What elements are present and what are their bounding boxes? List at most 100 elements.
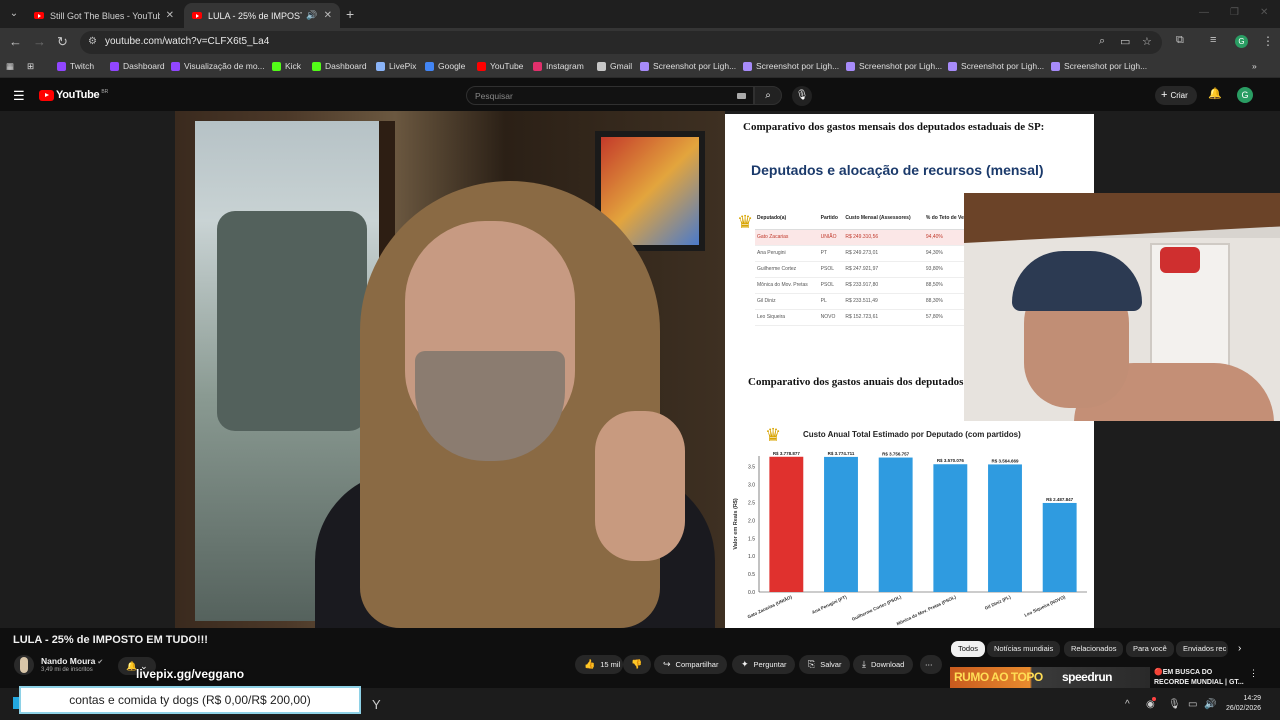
share-label: Compartilhar [675, 660, 719, 669]
browser-menu-icon[interactable]: ⋮ [1262, 34, 1274, 48]
bookmark-item[interactable]: Twitch [57, 61, 94, 71]
tab-still-got-the-blues[interactable]: Still Got The Blues - YouTube ✕ [26, 3, 182, 28]
more-actions-button[interactable]: ⋯ [920, 655, 942, 674]
back-arrow-icon[interactable]: ← [9, 34, 22, 49]
save-button[interactable]: ⎘ Salvar [799, 655, 851, 674]
bookmark-item[interactable]: Visualização de mo... [171, 61, 265, 71]
guide-menu-icon[interactable]: ☰ [13, 88, 25, 104]
volume-icon[interactable]: 🔊 [1204, 699, 1216, 710]
maximize-window-icon[interactable]: ❐ [1230, 7, 1239, 18]
bookmark-item[interactable]: Screenshot por Ligh... [846, 61, 942, 71]
zoom-icon[interactable]: ⌕ [1099, 35, 1105, 48]
tab-search-icon[interactable]: ⌄ [6, 6, 22, 22]
bookmark-item[interactable]: Screenshot por Ligh... [948, 61, 1044, 71]
new-tab-button[interactable]: + [346, 6, 354, 22]
sparkle-icon: ✦ [741, 659, 749, 669]
table-cell: Mônica do Mov. Pretas [755, 277, 819, 294]
more-bookmarks-icon[interactable]: » [1252, 61, 1257, 71]
audio-playing-icon[interactable]: 🔊 [306, 10, 317, 21]
network-icon[interactable]: ▭ [1188, 699, 1197, 710]
table-cell: Gato Zacarias [755, 229, 819, 246]
y-tick-label: 3.0 [748, 483, 755, 489]
close-window-icon[interactable]: ✕ [1260, 7, 1268, 18]
bookmark-label: Twitch [70, 61, 95, 71]
profile-avatar[interactable]: G [1235, 35, 1248, 48]
dislike-button[interactable]: 👎 [623, 655, 651, 674]
table-header: Custo Mensal (Assessores) [843, 207, 924, 230]
chip-para-voce[interactable]: Para você [1126, 641, 1174, 657]
bookmark-star-icon[interactable]: ☆ [1142, 35, 1152, 48]
chip-enviados[interactable]: Enviados rec [1176, 641, 1228, 657]
thumbs-up-icon: 👍 [584, 659, 596, 669]
bookmark-item[interactable]: Instagram [533, 61, 584, 71]
recommended-video-title[interactable]: 🔴EM BUSCA DO RECORDE MUNDIAL | GT... [1154, 668, 1244, 688]
cast-icon[interactable]: ▭ [1120, 35, 1130, 48]
voice-search-button[interactable]: 🎙 [792, 86, 812, 106]
table-cell: PT [818, 245, 844, 262]
youtube-logo[interactable]: YouTube BR [39, 89, 108, 101]
bookmark-item[interactable]: Kick [272, 61, 301, 71]
show-apps-icon[interactable]: ▦ [6, 61, 14, 72]
chip-relacionados[interactable]: Relacionados [1064, 641, 1124, 657]
url-bar[interactable]: ⚙ youtube.com/watch?v=CLFX6t5_La4 ⌕ ▭ ☆ [80, 31, 1162, 54]
search-button[interactable]: ⌕ [754, 86, 782, 105]
bookmark-favicon-icon [171, 61, 180, 71]
table-cell: NOVO [818, 309, 844, 326]
site-info-icon[interactable]: ⚙ [88, 36, 97, 47]
bookmark-item[interactable]: LivePix [376, 61, 416, 71]
more-options-icon[interactable]: ⋮ [1249, 668, 1258, 679]
download-button[interactable]: ⤓ Download [853, 655, 914, 674]
like-button[interactable]: 👍 15 mil [575, 655, 623, 674]
bookmark-item[interactable]: Google [425, 61, 465, 71]
video-frame[interactable] [175, 111, 725, 628]
channel-name-text[interactable]: Nando Moura [41, 656, 95, 666]
close-tab-icon[interactable]: ✕ [324, 10, 332, 21]
bookmark-label: Dashboard [123, 61, 165, 71]
notifications-bell-icon[interactable]: 🔔 [1208, 87, 1222, 100]
ask-button[interactable]: ✦ Perguntar [732, 655, 796, 674]
extensions-icon[interactable]: ⧉ [1176, 34, 1184, 47]
taskbar-app-icon[interactable]: Y [372, 697, 381, 712]
show-hidden-icons-icon[interactable]: ^ [1125, 699, 1130, 710]
apps-grid-icon[interactable]: ⊞ [27, 61, 34, 72]
video-player[interactable]: Comparativo dos gastos mensais dos deput… [0, 111, 1280, 628]
reload-icon[interactable]: ↻ [57, 34, 68, 50]
account-avatar[interactable]: G [1237, 87, 1253, 103]
chevron-right-icon[interactable]: › [1238, 643, 1241, 654]
bar-data-label: R$ 3.778.877 [773, 451, 801, 456]
taskbar-clock[interactable]: 14:29 26/02/2026 [1226, 694, 1261, 714]
keyboard-icon[interactable] [737, 93, 746, 99]
media-controls-icon[interactable]: ≡ [1210, 34, 1216, 46]
bookmark-item[interactable]: Dashboard [312, 61, 367, 71]
bookmark-item[interactable]: Dashboard [110, 61, 165, 71]
bookmark-item[interactable]: Screenshot por Ligh... [1051, 61, 1147, 71]
youtube-logo-text: YouTube [56, 89, 100, 101]
bookmark-item[interactable]: Screenshot por Ligh... [743, 61, 839, 71]
bookmark-favicon-icon [597, 61, 606, 71]
minimize-window-icon[interactable]: — [1199, 7, 1209, 18]
presenter-hand [595, 411, 685, 561]
channel-name[interactable]: Nando Moura ✔ [41, 656, 103, 666]
search-input[interactable]: Pesquisar [466, 86, 754, 105]
share-button[interactable]: ↪ Compartilhar [654, 655, 728, 674]
plus-icon: + [1161, 89, 1168, 101]
url-text[interactable]: youtube.com/watch?v=CLFX6t5_La4 [105, 36, 269, 47]
verified-icon: ✔ [97, 659, 104, 666]
bookmark-item[interactable]: Screenshot por Ligh... [640, 61, 736, 71]
microphone-tray-icon[interactable]: 🎙 [1168, 699, 1181, 710]
table-row: Gato Zacarias UNIÃO R$ 249.310,56 94,40% [755, 229, 985, 246]
bookmark-label: Screenshot por Ligh... [653, 61, 737, 71]
forward-arrow-icon[interactable]: → [33, 34, 46, 49]
bookmark-item[interactable]: YouTube [477, 61, 523, 71]
tab-lula-video[interactable]: LULA - 25% de IMPOSTO E 🔊 ✕ [184, 3, 340, 28]
bookmark-item[interactable]: Gmail [597, 61, 632, 71]
table-header-row: Deputado(a) Partido Custo Mensal (Assess… [755, 207, 985, 230]
chip-todos[interactable]: Todos [951, 641, 986, 657]
table-cell: UNIÃO [818, 229, 844, 246]
recommended-video-thumbnail[interactable]: RUMO AO TOPO speedrun [950, 667, 1150, 689]
channel-avatar[interactable] [14, 655, 34, 675]
chip-noticias[interactable]: Notícias mundiais [987, 641, 1061, 657]
close-tab-icon[interactable]: ✕ [166, 10, 174, 21]
like-count: 15 mil [600, 660, 621, 669]
create-button[interactable]: + Criar [1155, 86, 1197, 105]
